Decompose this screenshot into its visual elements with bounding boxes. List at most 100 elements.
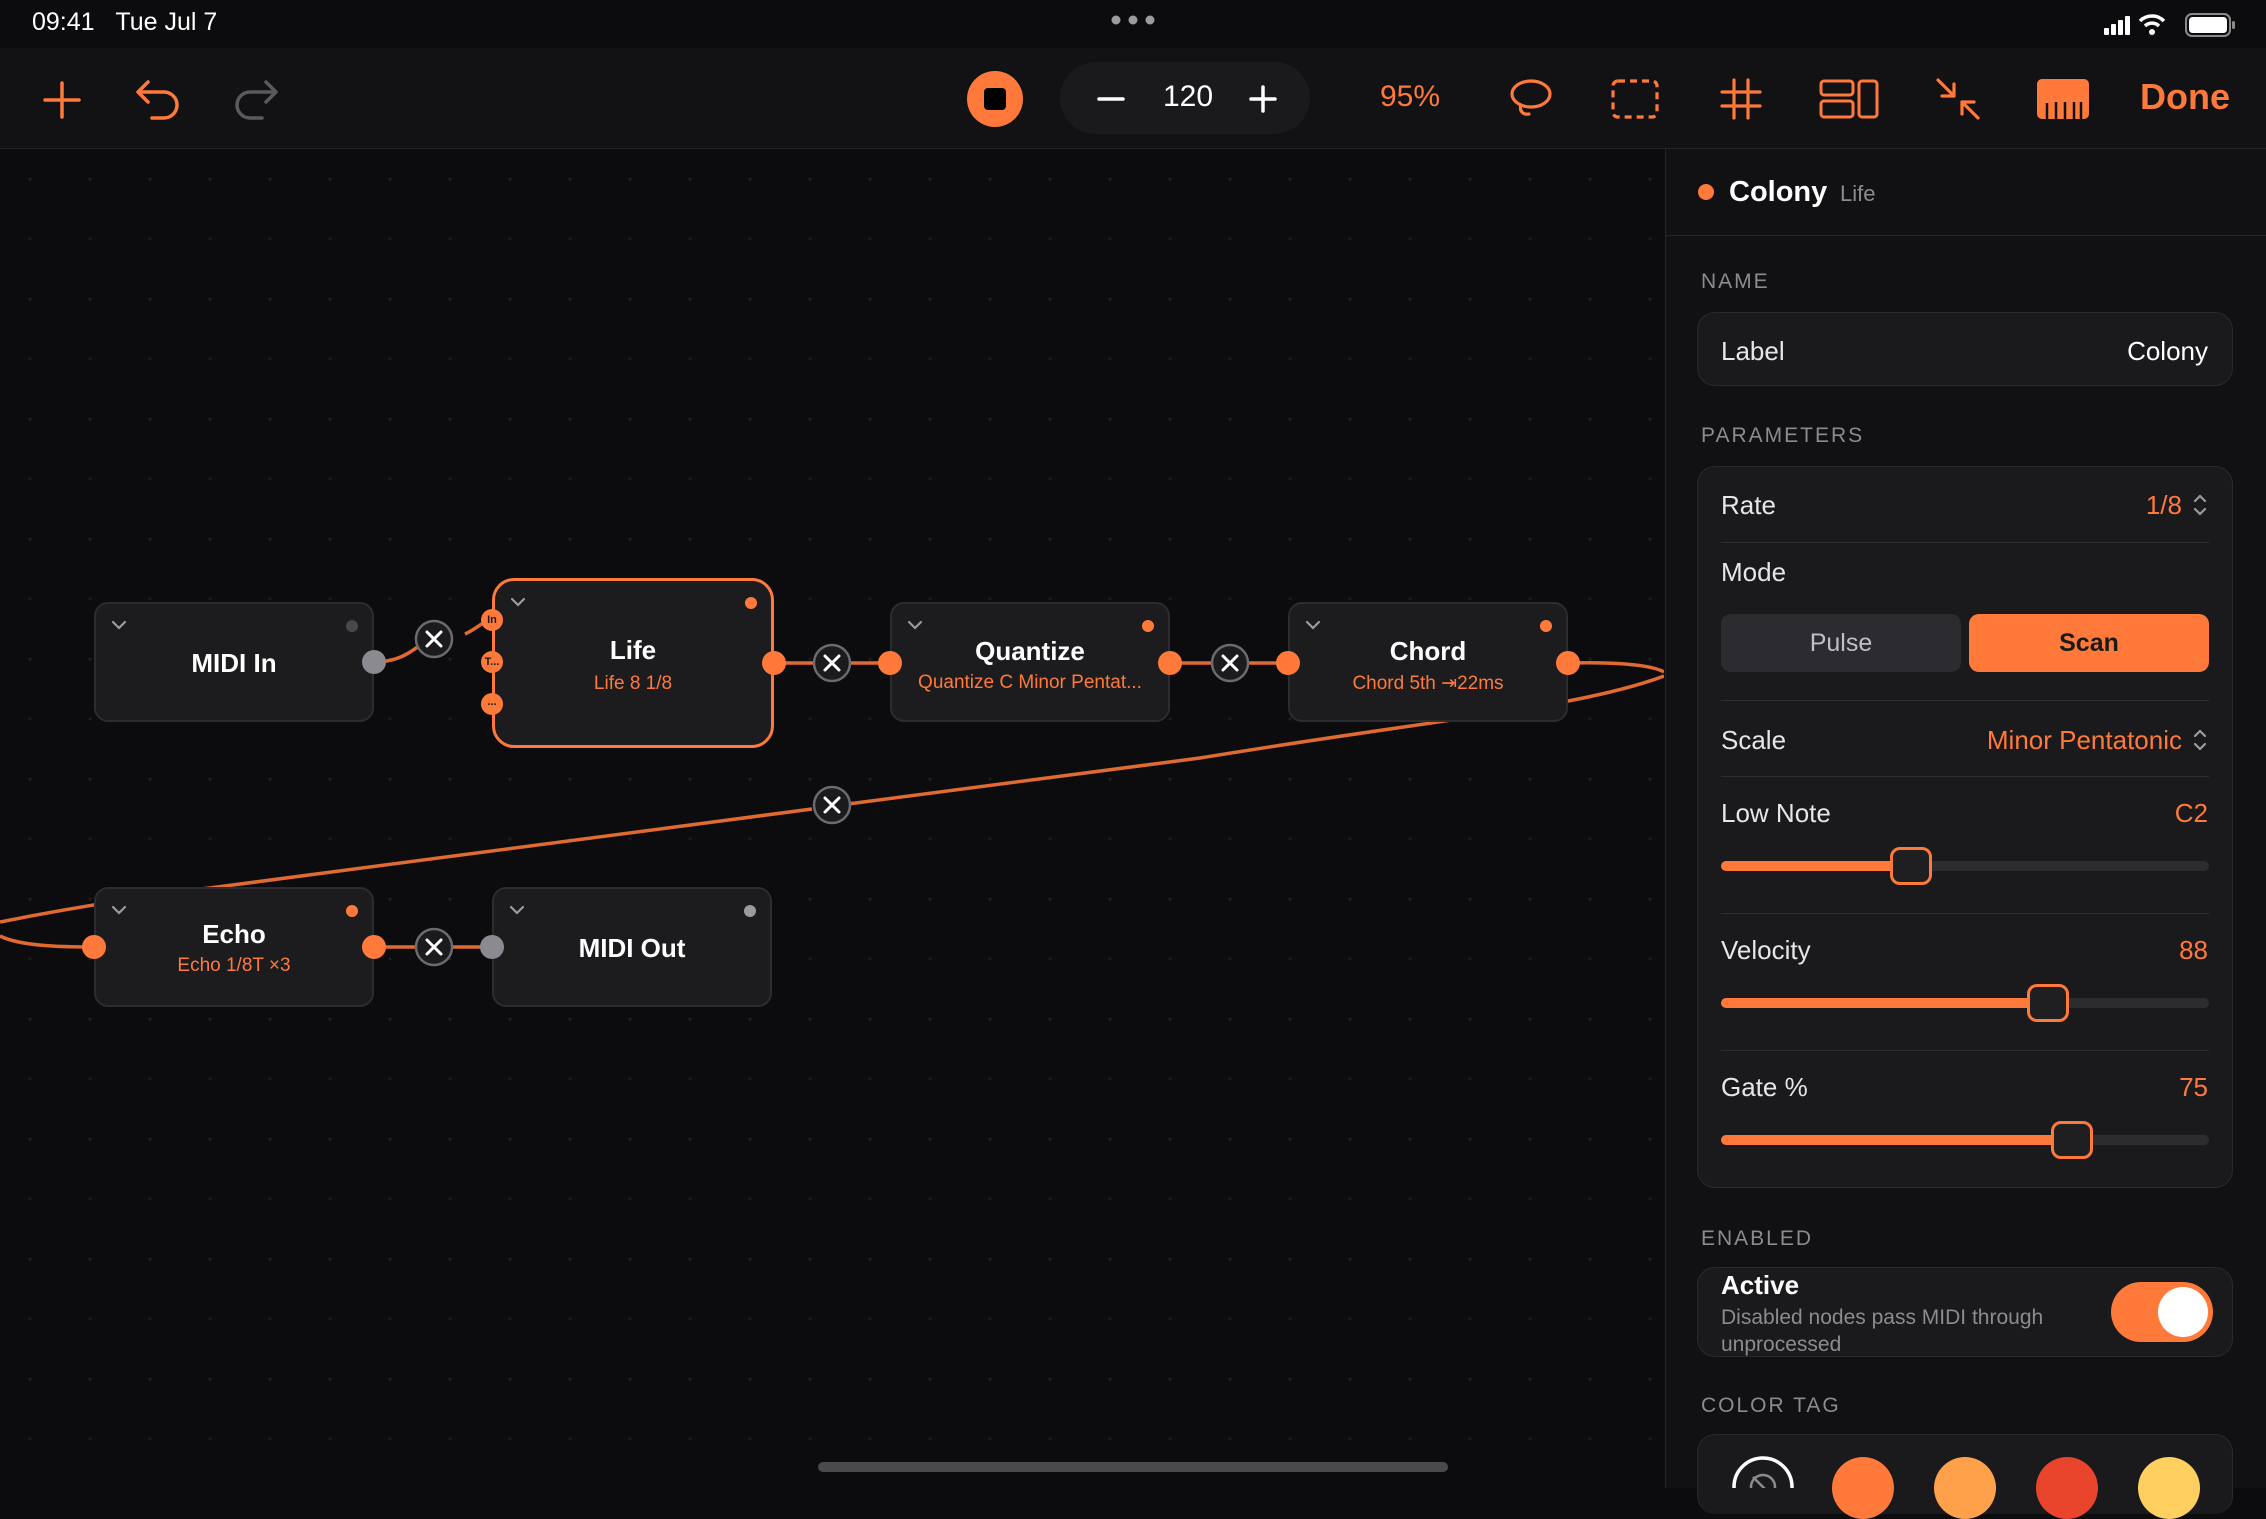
- node-quantize[interactable]: Quantize Quantize C Minor Pentat...: [890, 602, 1170, 722]
- node-chord[interactable]: Chord Chord 5th ⇥22ms: [1288, 602, 1568, 722]
- scale-value[interactable]: Minor Pentatonic: [1880, 725, 2182, 756]
- label-field-label: Label: [1721, 336, 1785, 366]
- input-port-in[interactable]: In: [481, 609, 503, 631]
- active-label: Active: [1721, 1270, 1800, 1300]
- toggle-knob: [2158, 1287, 2208, 1337]
- done-button[interactable]: Done: [2140, 76, 2230, 118]
- node-midi-out[interactable]: MIDI Out: [492, 887, 772, 1007]
- output-port[interactable]: [362, 650, 386, 674]
- zoom-level[interactable]: 95%: [1380, 80, 1440, 114]
- input-port[interactable]: [480, 935, 504, 959]
- active-toggle[interactable]: [2111, 1282, 2213, 1342]
- status-indicators-icon: [2104, 13, 2235, 37]
- output-port[interactable]: [1158, 651, 1182, 675]
- rate-value[interactable]: 1/8: [2000, 490, 2182, 521]
- home-indicator[interactable]: [818, 1462, 1448, 1472]
- node-status-dot: [346, 620, 358, 632]
- node-subtitle: Quantize C Minor Pentat...: [918, 672, 1142, 693]
- chevron-up-down-icon[interactable]: [2192, 727, 2208, 753]
- stop-button[interactable]: [966, 70, 1024, 128]
- color-swatch-yellow[interactable]: [2138, 1457, 2200, 1519]
- node-status-dot: [346, 905, 358, 917]
- node-status-dot: [744, 905, 756, 917]
- rate-label: Rate: [1721, 490, 1776, 520]
- divider: [1721, 1050, 2209, 1051]
- node-title: MIDI In: [191, 648, 277, 678]
- output-port[interactable]: [1556, 651, 1580, 675]
- node-title: MIDI Out: [578, 933, 686, 963]
- velocity-slider[interactable]: [1721, 984, 2209, 1022]
- undo-icon[interactable]: [134, 76, 182, 122]
- color-swatch-amber[interactable]: [1934, 1457, 1996, 1519]
- node-subtitle: Echo 1/8T ×3: [177, 955, 291, 976]
- section-parameters-header: PARAMETERS: [1701, 424, 1865, 447]
- input-port[interactable]: [878, 651, 902, 675]
- marquee-select-icon[interactable]: [1610, 78, 1660, 120]
- chevron-down-icon[interactable]: [110, 901, 128, 919]
- slider-thumb[interactable]: [2051, 1121, 2094, 1159]
- divider: [1721, 542, 2209, 543]
- active-description: Disabled nodes pass MIDI through unproce…: [1721, 1306, 2044, 1356]
- color-swatch-orange[interactable]: [1832, 1457, 1894, 1519]
- chevron-down-icon[interactable]: [906, 616, 924, 634]
- chevron-down-icon[interactable]: [1304, 616, 1322, 634]
- velocity-label: Velocity: [1721, 935, 1811, 965]
- section-name-header: NAME: [1701, 270, 1770, 293]
- slider-fill: [1721, 861, 1912, 871]
- mode-option-pulse[interactable]: Pulse: [1721, 614, 1961, 672]
- layout-icon[interactable]: [1818, 78, 1880, 120]
- label-field-value[interactable]: Colony: [1900, 336, 2208, 367]
- mode-option-scan[interactable]: Scan: [1969, 614, 2209, 672]
- chevron-down-icon[interactable]: [509, 593, 527, 611]
- node-title: Life: [609, 635, 657, 665]
- color-swatch-red[interactable]: [2036, 1457, 2098, 1519]
- tempo-increase-icon[interactable]: [1248, 84, 1278, 114]
- chevron-down-icon[interactable]: [110, 616, 128, 634]
- node-title: Quantize: [975, 636, 1085, 666]
- node-color-dot: [1698, 184, 1714, 200]
- input-port-t[interactable]: T...: [481, 651, 503, 673]
- node-echo[interactable]: Echo Echo 1/8T ×3: [94, 887, 374, 1007]
- multitasking-dots-icon[interactable]: [1108, 10, 1158, 30]
- no-color-icon[interactable]: [1731, 1455, 1795, 1488]
- slider-fill: [1721, 998, 2048, 1008]
- section-enabled-header: ENABLED: [1701, 1227, 1814, 1250]
- lasso-icon[interactable]: [1508, 76, 1554, 122]
- slider-thumb[interactable]: [1890, 847, 1933, 885]
- gate-slider[interactable]: [1721, 1121, 2209, 1159]
- cable-layer: [0, 618, 1664, 967]
- node-life[interactable]: Life Life 8 1/8: [492, 578, 774, 748]
- gate-value: 75: [2179, 1072, 2208, 1102]
- divider: [1721, 776, 2209, 777]
- output-port[interactable]: [362, 935, 386, 959]
- low-note-slider[interactable]: [1721, 847, 2209, 885]
- piano-keyboard-icon[interactable]: [2036, 78, 2090, 120]
- scale-label: Scale: [1721, 725, 1787, 755]
- grid-snap-icon[interactable]: [1718, 76, 1764, 122]
- tempo-decrease-icon[interactable]: [1096, 84, 1126, 114]
- chevron-up-down-icon[interactable]: [2192, 492, 2208, 518]
- redo-icon[interactable]: [232, 76, 280, 122]
- inspector-title: Colony: [1729, 176, 1828, 208]
- add-icon[interactable]: [40, 78, 84, 122]
- node-status-dot: [745, 597, 757, 609]
- output-port[interactable]: [762, 651, 786, 675]
- chevron-down-icon[interactable]: [508, 901, 526, 919]
- node-subtitle: Chord 5th ⇥22ms: [1352, 673, 1504, 694]
- input-port-more[interactable]: ...: [481, 693, 503, 715]
- inspector-subtitle: Life: [1840, 181, 1876, 206]
- node-title: Chord: [1389, 636, 1467, 666]
- input-port[interactable]: [1276, 651, 1300, 675]
- input-port[interactable]: [82, 935, 106, 959]
- node-subtitle: Life 8 1/8: [593, 673, 673, 694]
- gate-label: Gate %: [1721, 1072, 1808, 1102]
- collapse-icon[interactable]: [1934, 76, 1982, 122]
- status-bar: 09:41 Tue Jul 7: [0, 0, 2266, 48]
- slider-thumb[interactable]: [2026, 984, 2069, 1022]
- divider: [1721, 700, 2209, 701]
- tempo-value[interactable]: 120: [1150, 80, 1226, 114]
- low-note-label: Low Note: [1721, 798, 1831, 828]
- node-status-dot: [1540, 620, 1552, 632]
- node-status-dot: [1142, 620, 1154, 632]
- node-midi-in[interactable]: MIDI In: [94, 602, 374, 722]
